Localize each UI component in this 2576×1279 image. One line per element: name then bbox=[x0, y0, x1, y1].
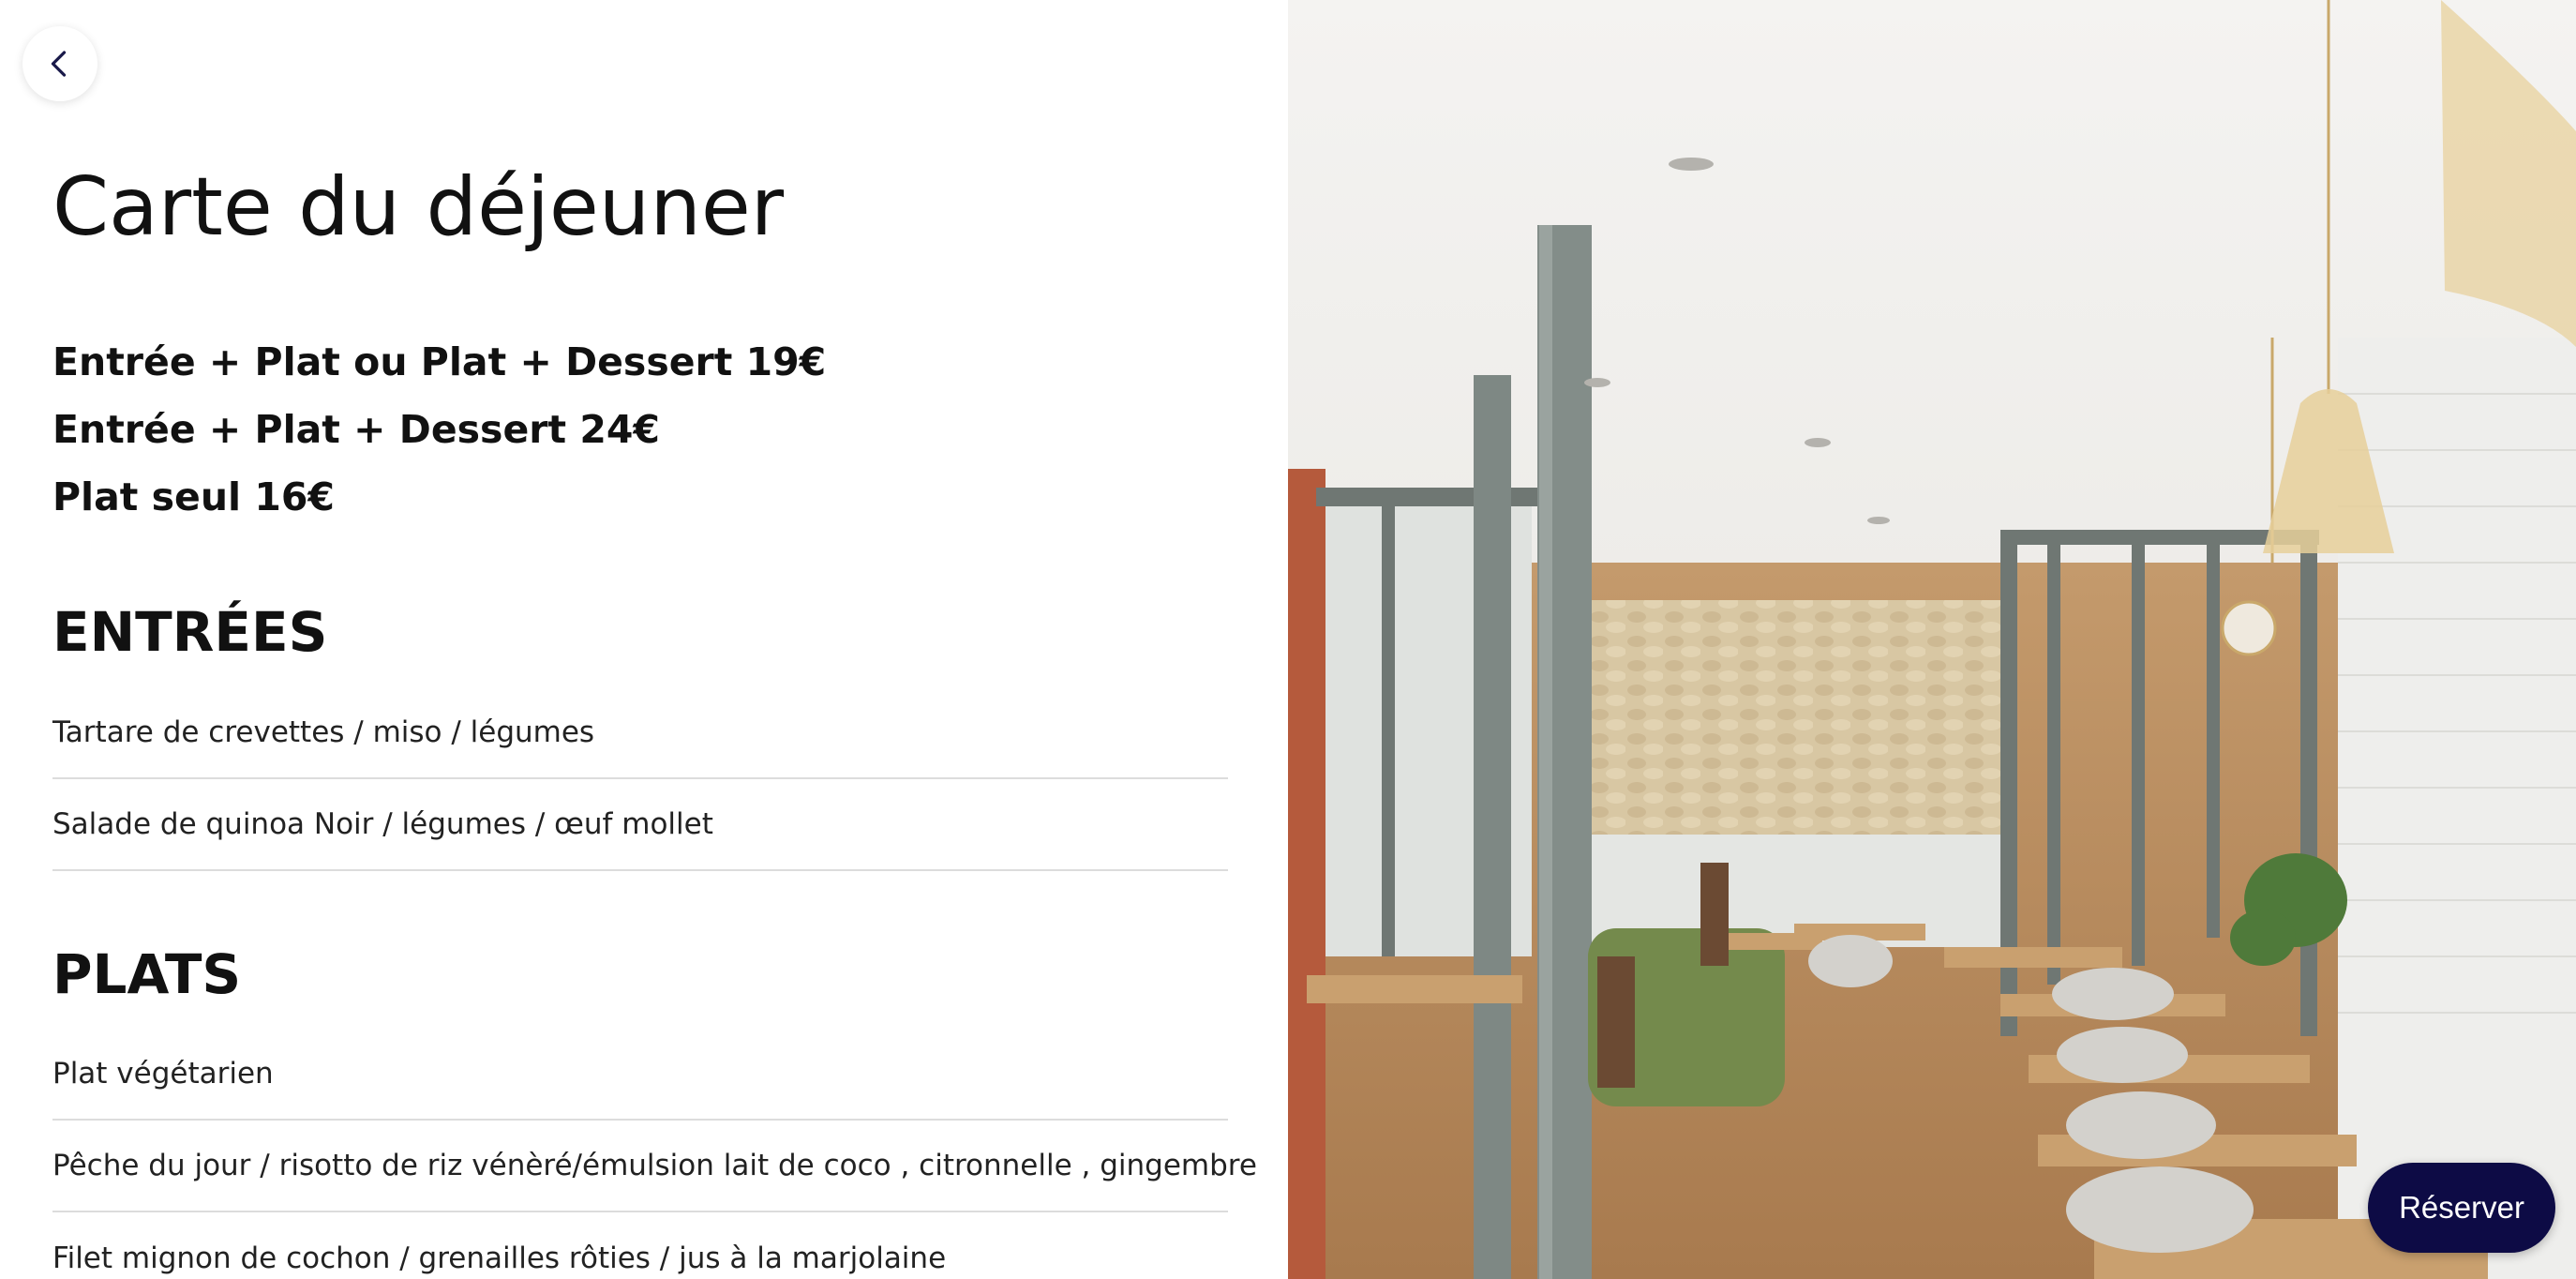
section-title-entrees: ENTRÉES bbox=[52, 600, 328, 664]
dish-item: Tartare de crevettes / miso / légumes bbox=[52, 687, 1228, 779]
reserve-button[interactable]: Réserver bbox=[2368, 1163, 2555, 1253]
chevron-left-icon bbox=[51, 51, 67, 77]
page-title: Carte du déjeuner bbox=[52, 160, 785, 254]
dish-item: Pêche du jour / risotto de riz vénèré/ém… bbox=[52, 1121, 1257, 1212]
menu-panel: Carte du déjeuner Entrée + Plat ou Plat … bbox=[0, 0, 1288, 1279]
price-formulas: Entrée + Plat ou Plat + Dessert 19€ Entr… bbox=[52, 328, 826, 531]
dish-item: Plat végétarien bbox=[52, 1029, 1228, 1121]
formula-item: Entrée + Plat ou Plat + Dessert 19€ bbox=[52, 339, 827, 384]
section-title-plats: PLATS bbox=[52, 942, 242, 1006]
entrees-list: Tartare de crevettes / miso / légumes Sa… bbox=[52, 687, 1228, 871]
plats-list: Plat végétarien Pêche du jour / risotto … bbox=[52, 1029, 1257, 1279]
dish-item: Filet mignon de cochon / grenailles rôti… bbox=[52, 1241, 947, 1275]
formula-item: Entrée + Plat + Dessert 24€ bbox=[52, 407, 660, 452]
formula-item: Plat seul 16€ bbox=[52, 474, 335, 519]
dish-item: Salade de quinoa Noir / légumes / œuf mo… bbox=[52, 779, 1228, 871]
restaurant-photo bbox=[1288, 0, 2576, 1279]
back-button[interactable] bbox=[22, 26, 97, 101]
